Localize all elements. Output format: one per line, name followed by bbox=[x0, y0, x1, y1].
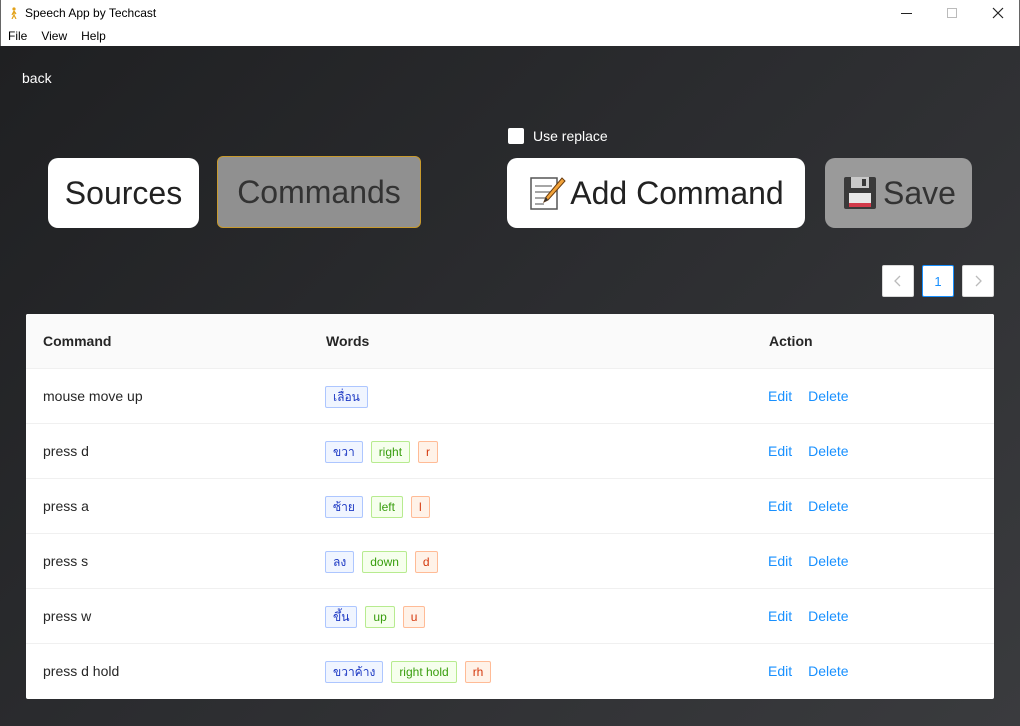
save-button[interactable]: Save bbox=[825, 158, 972, 228]
add-command-button[interactable]: Add Command bbox=[507, 158, 805, 228]
word-tag: ขวาค้าง bbox=[325, 661, 384, 683]
delete-link[interactable]: Delete bbox=[808, 388, 848, 404]
edit-link[interactable]: Edit bbox=[768, 443, 792, 459]
word-tag: rh bbox=[464, 661, 492, 683]
command-name: press s bbox=[43, 553, 89, 569]
pagination-page-1[interactable]: 1 bbox=[922, 265, 954, 297]
words-cell: ขวา right r bbox=[325, 441, 446, 463]
add-command-label: Add Command bbox=[570, 174, 784, 211]
delete-link[interactable]: Delete bbox=[808, 553, 848, 569]
window-title: Speech App by Techcast bbox=[25, 6, 157, 20]
word-tag: เลื่อน bbox=[325, 386, 368, 408]
close-button[interactable] bbox=[975, 0, 1020, 26]
command-name: press d bbox=[43, 443, 89, 459]
word-tag: r bbox=[418, 441, 439, 463]
action-cell: Edit Delete bbox=[768, 608, 865, 624]
word-tag: up bbox=[365, 606, 395, 628]
menu-help[interactable]: Help bbox=[81, 29, 106, 43]
pagination-prev-button[interactable] bbox=[882, 265, 914, 297]
use-replace-label: Use replace bbox=[533, 128, 608, 144]
action-cell: Edit Delete bbox=[768, 498, 865, 514]
word-tag: left bbox=[370, 496, 403, 518]
minimize-icon bbox=[900, 12, 912, 14]
maximize-button[interactable] bbox=[929, 0, 975, 26]
delete-link[interactable]: Delete bbox=[808, 663, 848, 679]
delete-link[interactable]: Delete bbox=[808, 608, 848, 624]
word-tag: down bbox=[362, 551, 407, 573]
command-name: press d hold bbox=[43, 663, 120, 679]
edit-link[interactable]: Edit bbox=[768, 498, 792, 514]
word-tag: u bbox=[402, 606, 426, 628]
word-tag: ซ้าย bbox=[325, 496, 363, 518]
edit-link[interactable]: Edit bbox=[768, 553, 792, 569]
words-cell: ขวาค้าง right hold rh bbox=[325, 661, 499, 683]
delete-link[interactable]: Delete bbox=[808, 498, 848, 514]
title-bar: Speech App by Techcast bbox=[0, 0, 1020, 26]
chevron-left-icon bbox=[894, 275, 901, 287]
command-name: press a bbox=[43, 498, 89, 514]
app-icon bbox=[11, 7, 17, 19]
menu-bar: File View Help bbox=[0, 26, 1020, 46]
action-cell: Edit Delete bbox=[768, 553, 865, 569]
action-cell: Edit Delete bbox=[768, 663, 865, 679]
action-cell: Edit Delete bbox=[768, 443, 865, 459]
main-area: back Use replace Sources Commands Add Co… bbox=[0, 46, 1020, 726]
action-cell: Edit Delete bbox=[768, 388, 865, 404]
header-command: Command bbox=[43, 333, 112, 349]
command-name: press w bbox=[43, 608, 92, 624]
word-tag: d bbox=[414, 551, 438, 573]
use-replace-checkbox[interactable] bbox=[508, 128, 524, 144]
edit-link[interactable]: Edit bbox=[768, 388, 792, 404]
word-tag: ขวา bbox=[325, 441, 363, 463]
maximize-icon bbox=[947, 8, 957, 18]
words-cell: เลื่อน bbox=[325, 386, 376, 408]
word-tag: ลง bbox=[325, 551, 355, 573]
chevron-right-icon bbox=[975, 275, 982, 287]
word-tag: right hold bbox=[391, 661, 457, 683]
save-label: Save bbox=[883, 174, 956, 211]
header-action: Action bbox=[769, 333, 813, 349]
table-row: press d hold ขวาค้าง right hold rh Edit … bbox=[26, 644, 994, 699]
table-header: Command Words Action bbox=[26, 314, 994, 369]
words-cell: ขึ้น up u bbox=[325, 606, 433, 628]
header-words: Words bbox=[326, 333, 370, 349]
table-row: press s ลง down d Edit Delete bbox=[26, 534, 994, 589]
command-name: mouse move up bbox=[43, 388, 143, 404]
table-row: press d ขวา right r Edit Delete bbox=[26, 424, 994, 479]
use-replace-toggle[interactable]: Use replace bbox=[508, 128, 608, 144]
commands-tab-button[interactable]: Commands bbox=[217, 156, 421, 228]
menu-view[interactable]: View bbox=[41, 29, 67, 43]
table-row: press a ซ้าย left l Edit Delete bbox=[26, 479, 994, 534]
menu-file[interactable]: File bbox=[8, 29, 27, 43]
back-link[interactable]: back bbox=[22, 70, 52, 86]
edit-link[interactable]: Edit bbox=[768, 663, 792, 679]
words-cell: ลง down d bbox=[325, 551, 446, 573]
commands-table: Command Words Action mouse move up เลื่อ… bbox=[26, 314, 994, 699]
words-cell: ซ้าย left l bbox=[325, 496, 438, 518]
sources-tab-button[interactable]: Sources bbox=[48, 158, 199, 228]
word-tag: l bbox=[410, 496, 430, 518]
memo-icon bbox=[530, 177, 566, 210]
pagination-next-button[interactable] bbox=[962, 265, 994, 297]
word-tag: ขึ้น bbox=[325, 606, 358, 628]
word-tag: right bbox=[370, 441, 411, 463]
edit-link[interactable]: Edit bbox=[768, 608, 792, 624]
minimize-button[interactable] bbox=[883, 0, 929, 26]
table-row: press w ขึ้น up u Edit Delete bbox=[26, 589, 994, 644]
close-icon bbox=[992, 7, 1004, 19]
table-row: mouse move up เลื่อน Edit Delete bbox=[26, 369, 994, 424]
floppy-disk-icon bbox=[844, 177, 877, 209]
delete-link[interactable]: Delete bbox=[808, 443, 848, 459]
